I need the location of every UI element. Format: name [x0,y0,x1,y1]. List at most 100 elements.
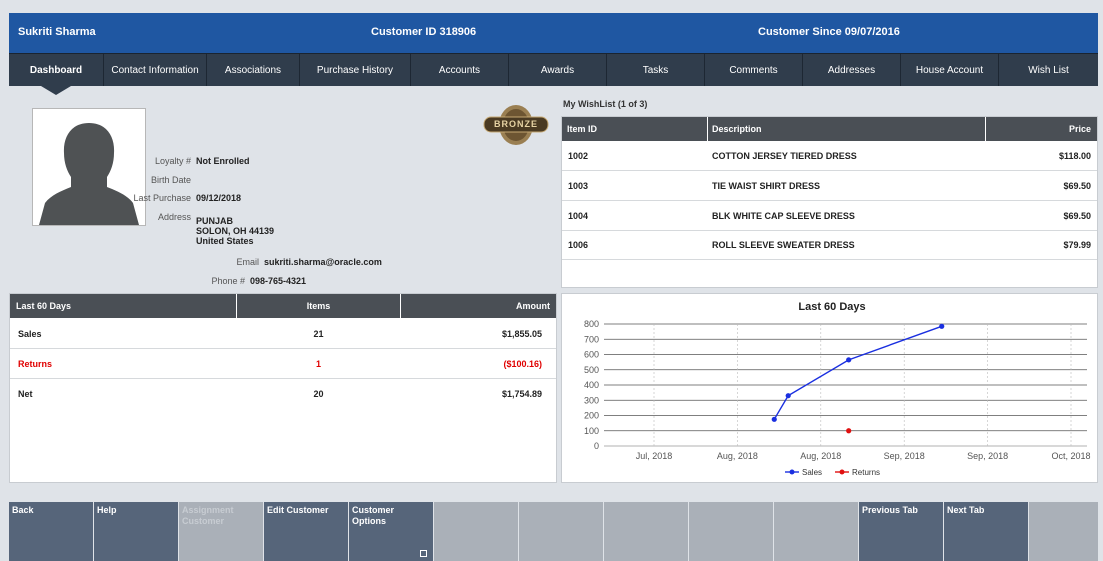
action-label: Help [97,505,117,515]
x-tick-label: Aug, 2018 [800,451,841,461]
sales-summary-table: Last 60 Days Items Amount Sales 21 $1,85… [9,293,557,483]
address-line-2: SOLON, OH 44139 [196,226,275,236]
customer-id: Customer ID 318906 [371,26,477,38]
summary-items: 1 [315,359,321,369]
tab-tasks[interactable]: Tasks [607,54,705,86]
wishlist-table: Item ID Description Price 1002 COTTON JE… [561,116,1098,288]
sales-point [846,357,852,363]
summary-row-sales: Sales 21 $1,855.05 [10,319,556,349]
tab-purchase-history[interactable]: Purchase History [300,54,411,86]
submenu-icon [420,550,427,557]
x-tick-label: Aug, 2018 [717,451,758,461]
customer-since: Customer Since 09/07/2016 [758,26,900,38]
y-tick-label: 700 [584,334,599,344]
tab-contact-information[interactable]: Contact Information [104,54,207,86]
summary-label: Net [18,389,33,399]
summary-amount: $1,855.05 [501,329,542,339]
email-value: sukriti.sharma@oracle.com [264,257,382,267]
wishlist-row[interactable]: 1002 COTTON JERSEY TIERED DRESS $118.00 [562,142,1097,171]
wishlist-row[interactable]: 1006 ROLL SLEEVE SWEATER DRESS $79.99 [562,231,1097,260]
y-tick-label: 0 [594,441,599,451]
sales-legend-label: Sales [802,468,822,477]
item-id: 1002 [568,151,589,161]
customer-header: Sukriti Sharma Customer ID 318906 Custom… [9,13,1098,53]
column-description: Description [712,124,762,134]
person-silhouette-icon [39,123,139,225]
last-purchase-value: 09/12/2018 [196,193,242,203]
wishlist-row[interactable]: 1003 TIE WAIST SHIRT DRESS $69.50 [562,172,1097,201]
summary-header: Last 60 Days Items Amount [10,294,556,318]
y-tick-label: 500 [584,365,599,375]
action-label: Back [12,505,34,515]
tab-comments[interactable]: Comments [705,54,803,86]
column-item-id: Item ID [567,124,598,134]
returns-legend-marker [839,469,845,475]
action-label: Next Tab [947,505,985,515]
item-description: TIE WAIST SHIRT DRESS [712,181,821,191]
help-button[interactable]: Help [94,502,178,561]
sales-series-line [773,325,942,420]
previous-tab-button[interactable]: Previous Tab [859,502,943,561]
summary-amount: $1,754.89 [501,389,542,399]
tab-house-account[interactable]: House Account [901,54,999,86]
avatar [32,108,146,226]
tab-wish-list[interactable]: Wish List [999,54,1098,86]
loyalty-value: Not Enrolled [196,156,250,166]
summary-amount: ($100.16) [503,359,542,369]
action-label: Previous Tab [862,505,918,515]
chart-title: Last 60 Days [798,301,865,313]
item-id: 1003 [568,181,589,191]
y-tick-label: 200 [584,411,599,421]
y-tick-label: 100 [584,426,599,436]
empty-action-slot [604,502,688,561]
y-tick-label: 400 [584,380,599,390]
bronze-tier-badge: BRONZE [481,103,551,147]
summary-items: 21 [313,329,324,339]
summary-row-returns: Returns 1 ($100.16) [10,349,556,379]
tier-badge-label: BRONZE [494,119,538,129]
phone-label: Phone # [211,276,245,286]
item-price: $79.99 [1063,240,1091,250]
tab-dashboard[interactable]: Dashboard [9,54,104,95]
column-period: Last 60 Days [16,301,72,311]
wishlist-row[interactable]: 1004 BLK WHITE CAP SLEEVE DRESS $69.50 [562,202,1097,231]
back-button[interactable]: Back [9,502,93,561]
item-price: $118.00 [1058,151,1091,161]
sales-point [939,323,945,329]
active-tab-indicator [41,86,71,95]
x-tick-label: Jul, 2018 [636,451,673,461]
sales-point [771,416,777,422]
y-tick-label: 600 [584,350,599,360]
column-divider [985,117,986,141]
column-amount: Amount [516,301,550,311]
y-tick-label: 800 [584,319,599,329]
item-id: 1004 [568,211,589,221]
x-tick-label: Sep, 2018 [884,451,925,461]
tab-awards[interactable]: Awards [509,54,607,86]
next-tab-button[interactable]: Next Tab [944,502,1028,561]
address-label: Address [157,212,191,222]
sales-point [785,393,791,399]
empty-action-slot [519,502,603,561]
tab-accounts[interactable]: Accounts [411,54,509,86]
last-purchase-label: Last Purchase [133,193,191,203]
summary-items: 20 [313,389,324,399]
tab-addresses[interactable]: Addresses [803,54,901,86]
item-price: $69.50 [1063,211,1091,221]
edit-customer-button[interactable]: Edit Customer [264,502,348,561]
column-divider [400,294,401,318]
item-description: ROLL SLEEVE SWEATER DRESS [712,240,855,250]
email-label: Email [236,257,259,267]
action-label: Customer Options [352,505,395,526]
birth-date-label: Birth Date [150,175,191,185]
x-tick-label: Sep, 2018 [967,451,1008,461]
empty-action-slot [774,502,858,561]
action-label: Edit Customer [267,505,329,515]
summary-label: Returns [18,359,53,369]
assignment-customer-button: Assignment Customer [179,502,263,561]
column-divider [707,117,708,141]
address-line-3: United States [196,236,254,246]
action-label: Assignment Customer [182,505,234,526]
tab-associations[interactable]: Associations [207,54,300,86]
customer-options-button[interactable]: Customer Options [349,502,433,561]
